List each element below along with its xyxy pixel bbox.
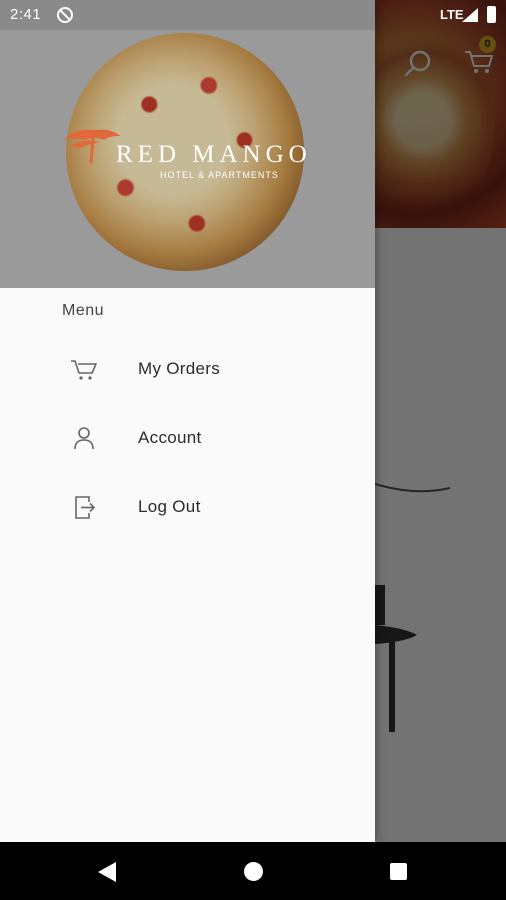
- status-time: 2:41: [10, 6, 42, 23]
- cart-icon: [71, 360, 97, 380]
- home-icon[interactable]: [244, 862, 263, 881]
- back-icon[interactable]: [96, 861, 118, 883]
- sync-off-icon: [57, 7, 73, 23]
- menu-item-log-out[interactable]: Log Out: [0, 479, 375, 535]
- menu-item-label: Account: [138, 428, 202, 447]
- recents-icon[interactable]: [390, 863, 407, 880]
- brand-name: RED MANGO: [116, 141, 312, 168]
- battery-icon: [487, 6, 496, 23]
- navigation-drawer: RED MANGO HOTEL & APARTMENTS Menu My Ord…: [0, 0, 375, 842]
- tree-logo-icon: [64, 129, 120, 164]
- drawer-header: RED MANGO HOTEL & APARTMENTS: [0, 0, 375, 288]
- person-icon: [74, 427, 94, 450]
- brand-subtitle: HOTEL & APARTMENTS: [160, 170, 279, 180]
- menu-item-account[interactable]: Account: [0, 410, 375, 466]
- network-type: LTE: [440, 7, 464, 22]
- signal-icon: [462, 8, 478, 22]
- menu-item-label: Log Out: [138, 497, 201, 516]
- menu-item-label: My Orders: [138, 359, 221, 378]
- menu-heading: Menu: [62, 302, 105, 319]
- status-bar: 2:41 LTE: [0, 0, 506, 30]
- logout-icon: [75, 496, 96, 519]
- menu-item-my-orders[interactable]: My Orders: [0, 341, 375, 397]
- system-nav-bar: [0, 842, 506, 900]
